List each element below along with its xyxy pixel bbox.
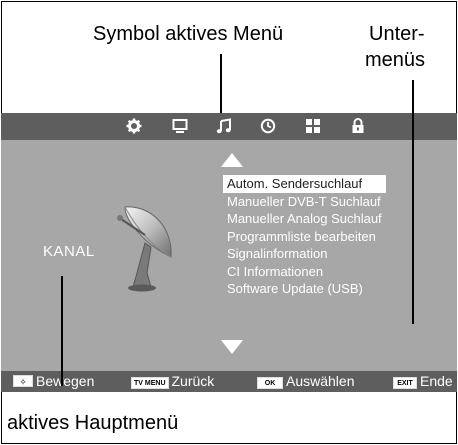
help-move-label: Bewegen (36, 373, 95, 389)
callout-submenus-line1: Unter- (369, 23, 425, 45)
submenu-item[interactable]: Software Update (USB) (223, 280, 386, 298)
submenu-item[interactable]: Autom. Sendersuchlauf (223, 175, 386, 193)
active-main-menu-label[interactable]: KANAL (43, 243, 95, 260)
help-select-label: Auswählen (286, 373, 355, 389)
callout-active-menu-symbol: Symbol aktives Menü (93, 23, 284, 45)
callout-line-submenus (412, 80, 414, 324)
submenu-item[interactable]: Manueller DVB-T Suchlauf (223, 193, 386, 211)
submenu-item[interactable]: Programmliste bearbeiten (223, 228, 386, 246)
help-back-label: Zurück (171, 373, 215, 389)
tv-screen: KANAL Autom. Sendersuchlauf Manueller DV… (1, 113, 457, 392)
nav-key-icon: ✧ (13, 375, 33, 387)
key-help-bar: ✧ Bewegen TV MENU Zurück OK Auswählen EXIT E… (1, 371, 457, 392)
gear-icon[interactable] (126, 118, 142, 134)
scroll-down-arrow-icon[interactable] (221, 340, 243, 354)
tv-menu-key-icon: TV MENU (131, 377, 169, 389)
help-select: OK Auswählen (257, 373, 355, 390)
ok-key-icon: OK (257, 377, 283, 389)
grid-icon[interactable] (305, 118, 321, 134)
callout-submenus-line2: menüs (365, 49, 426, 71)
help-exit: EXIT Ende (393, 373, 453, 390)
help-exit-label: Ende (420, 373, 453, 389)
exit-key-icon: EXIT (393, 377, 417, 389)
help-back: TV MENU Zurück (131, 373, 214, 390)
callout-line-main-menu (61, 276, 63, 386)
menu-icon-bar (1, 113, 457, 140)
lock-icon[interactable] (350, 118, 366, 134)
help-move: ✧ Bewegen (13, 373, 94, 390)
submenu-list: Autom. Sendersuchlauf Manueller DVB-T Su… (223, 175, 386, 298)
music-note-icon[interactable] (216, 118, 232, 134)
satellite-dish-icon (117, 206, 172, 292)
monitor-icon[interactable] (172, 118, 188, 134)
callout-active-main-menu: aktives Hauptmenü (7, 412, 179, 434)
submenu-item[interactable]: Manueller Analog Suchlauf (223, 210, 386, 228)
submenu-item[interactable]: Signalinformation (223, 245, 386, 263)
clock-icon[interactable] (260, 118, 276, 134)
submenu-item[interactable]: CI Informationen (223, 263, 386, 281)
scroll-up-arrow-icon[interactable] (221, 153, 243, 167)
